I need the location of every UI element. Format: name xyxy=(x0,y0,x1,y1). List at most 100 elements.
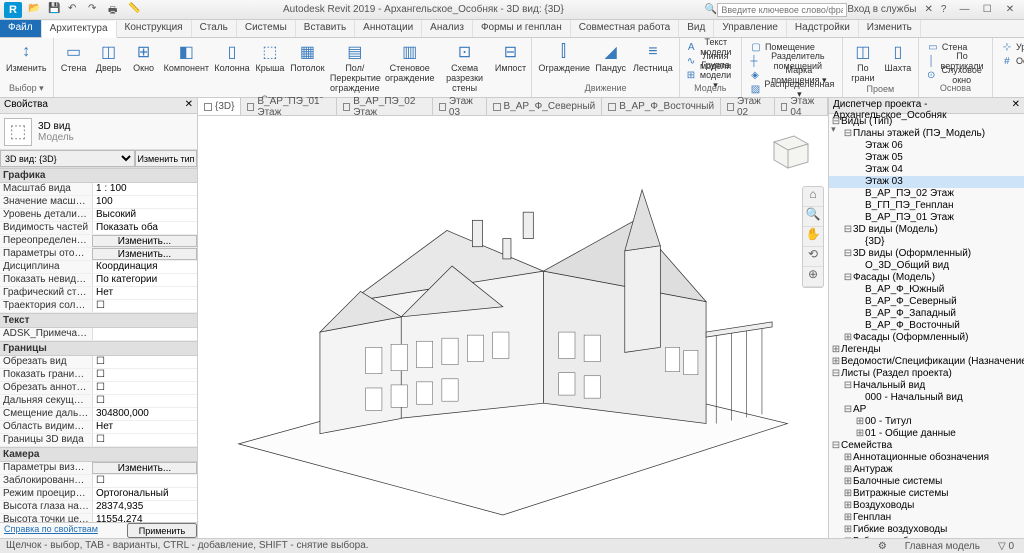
worksets-indicator[interactable]: ⚙ xyxy=(874,541,891,552)
ribbon-btn-1-10[interactable]: ⊟Импост xyxy=(494,40,528,94)
tree-node[interactable]: ⊞Фасады (Оформленный) xyxy=(829,332,1024,344)
tree-twisty-icon[interactable]: ⊟ xyxy=(843,248,853,260)
help-icon[interactable]: ? xyxy=(941,4,947,15)
tree-node[interactable]: ⊟3D виды (Модель) xyxy=(829,224,1024,236)
tree-node[interactable]: ⊞Генплан xyxy=(829,512,1024,524)
tree-twisty-icon[interactable]: ⊞ xyxy=(843,524,853,536)
tree-node[interactable]: ⊞Аннотационные обозначения xyxy=(829,452,1024,464)
tree-twisty-icon[interactable]: ⊟ xyxy=(843,404,853,416)
tree-node[interactable]: ⊟Фасады (Модель) xyxy=(829,272,1024,284)
tree-node[interactable]: В_АР_ПЭ_01 Этаж xyxy=(829,212,1024,224)
ribbon-btn-1-1[interactable]: ◫Дверь xyxy=(93,40,125,94)
ribbon-btn-2-2[interactable]: ≡Лестница xyxy=(631,40,675,83)
view-cube[interactable] xyxy=(760,122,816,178)
ribbon-btn-7-1[interactable]: #Ось xyxy=(997,54,1024,68)
ribbon-btn-6-2[interactable]: ⊙Слуховое окно xyxy=(923,68,988,82)
tree-node[interactable]: В_ГП_ПЭ_Генплан xyxy=(829,200,1024,212)
tree-twisty-icon[interactable]: ⊞ xyxy=(843,536,853,538)
ribbon-btn-4-3[interactable]: ▨Распределенная ▾ xyxy=(746,82,838,96)
prop-value[interactable]: 100 xyxy=(92,196,197,208)
prop-value[interactable]: 304800,000 xyxy=(92,408,197,420)
tree-node[interactable]: {3D} xyxy=(829,236,1024,248)
browser-close-icon[interactable]: ✕ xyxy=(1012,99,1020,112)
ribbon-btn-5-0[interactable]: ◫По грани xyxy=(847,40,879,84)
view-tab-7[interactable]: Этаж 04 xyxy=(775,98,828,115)
tree-node[interactable]: В_АР_Ф_Южный xyxy=(829,284,1024,296)
exchange-icon[interactable]: ✕ xyxy=(924,4,932,15)
tree-node[interactable]: Этаж 06 xyxy=(829,140,1024,152)
tree-twisty-icon[interactable]: ⊞ xyxy=(843,464,853,476)
prop-value[interactable]: Нет xyxy=(92,421,197,433)
tree-node[interactable]: ⊞Балочные системы xyxy=(829,476,1024,488)
menu-tab-5[interactable]: Вставить xyxy=(296,20,355,37)
ribbon-btn-1-0[interactable]: ▭Стена xyxy=(58,40,90,94)
tree-node[interactable]: В_АР_Ф_Северный xyxy=(829,296,1024,308)
nav-tool-2[interactable]: ✋ xyxy=(803,227,823,247)
menu-tab-10[interactable]: Вид xyxy=(679,20,714,37)
tree-twisty-icon[interactable]: ⊞ xyxy=(843,488,853,500)
tree-node[interactable]: 000 - Начальный вид xyxy=(829,392,1024,404)
tree-node[interactable]: ⊟Семейства xyxy=(829,440,1024,452)
ribbon-btn-1-5[interactable]: ⬚Крыша xyxy=(254,40,286,94)
print-icon[interactable]: 🖶 xyxy=(108,3,122,17)
tree-twisty-icon[interactable]: ⊟ xyxy=(831,440,841,452)
properties-help-link[interactable]: Справка по свойствам xyxy=(0,523,127,538)
ribbon-btn-0-0[interactable]: ↕Изменить xyxy=(4,40,49,83)
measure-icon[interactable]: 📏 xyxy=(128,3,142,17)
menu-tab-12[interactable]: Надстройки xyxy=(787,20,859,37)
prop-value[interactable]: 28374,935 xyxy=(92,501,197,513)
prop-value[interactable] xyxy=(92,369,197,381)
prop-value[interactable] xyxy=(92,328,197,340)
tree-twisty-icon[interactable]: ⊟ xyxy=(843,272,853,284)
nav-tool-3[interactable]: ⟲ xyxy=(803,247,823,267)
tree-node[interactable]: ⊞Антураж xyxy=(829,464,1024,476)
tree-node[interactable]: ⊟Виды (Тип) xyxy=(829,116,1024,128)
menu-tab-1[interactable]: Архитектура xyxy=(42,21,117,38)
menu-tab-13[interactable]: Изменить xyxy=(859,20,921,37)
prop-value[interactable] xyxy=(92,382,197,394)
menu-tab-3[interactable]: Сталь xyxy=(192,20,237,37)
tree-node[interactable]: Этаж 03 xyxy=(829,176,1024,188)
tree-node[interactable]: ⊟АР xyxy=(829,404,1024,416)
prop-value[interactable]: Изменить... xyxy=(92,462,197,474)
view-tab-1[interactable]: В_АР_ПЭ_01 Этаж xyxy=(241,98,337,115)
tree-node[interactable]: О_3D_Общий вид xyxy=(829,260,1024,272)
menu-tab-2[interactable]: Конструкция xyxy=(117,20,192,37)
tree-node[interactable]: В_АР_Ф_Восточный xyxy=(829,320,1024,332)
ribbon-btn-2-0[interactable]: ⫿Ограждение xyxy=(536,40,590,83)
prop-value[interactable] xyxy=(92,395,197,407)
prop-value[interactable] xyxy=(92,434,197,446)
menu-tab-0[interactable]: Файл xyxy=(0,20,42,37)
ribbon-btn-2-1[interactable]: ◢Пандус xyxy=(593,40,628,83)
ribbon-btn-1-7[interactable]: ▤Пол/Перекрытие ограждение xyxy=(329,40,381,94)
tree-node[interactable]: ⊞Гибкие трубы xyxy=(829,536,1024,538)
menu-tab-11[interactable]: Управление xyxy=(714,20,787,37)
edit-type-button[interactable]: Изменить тип xyxy=(135,150,197,167)
tree-node[interactable]: ⊞Ведомости/Спецификации (Назначение виду… xyxy=(829,356,1024,368)
prop-value[interactable]: Изменить... xyxy=(92,248,197,260)
model-view[interactable] xyxy=(198,116,828,538)
nav-tool-1[interactable]: 🔍 xyxy=(803,207,823,227)
ribbon-btn-1-3[interactable]: ◧Компонент xyxy=(163,40,210,94)
tree-node[interactable]: ⊞00 - Титул xyxy=(829,416,1024,428)
instance-selector[interactable]: 3D вид: {3D} xyxy=(0,150,135,167)
prop-value[interactable]: 1 : 100 xyxy=(92,183,197,195)
tree-node[interactable]: ⊞Воздуховоды xyxy=(829,500,1024,512)
tree-twisty-icon[interactable]: ⊟ xyxy=(831,368,841,380)
view-tab-5[interactable]: В_АР_Ф_Восточный xyxy=(602,98,721,115)
nav-tool-4[interactable]: ⊕ xyxy=(803,267,823,287)
main-model-label[interactable]: Главная модель xyxy=(901,541,984,552)
tree-node[interactable]: ⊟Листы (Раздел проекта) xyxy=(829,368,1024,380)
tree-node[interactable]: ⊞Легенды xyxy=(829,344,1024,356)
prop-value[interactable]: 11554,274 xyxy=(92,514,197,522)
tree-twisty-icon[interactable]: ⊞ xyxy=(843,500,853,512)
tree-twisty-icon[interactable]: ⊟ xyxy=(843,224,853,236)
tree-twisty-icon[interactable]: ⊟ xyxy=(843,380,853,392)
ribbon-btn-1-6[interactable]: ▦Потолок xyxy=(289,40,326,94)
prop-value[interactable]: Изменить... xyxy=(92,235,197,247)
open-icon[interactable]: 📂 xyxy=(28,3,42,17)
signin-link[interactable]: Вход в службы xyxy=(847,4,916,15)
ribbon-btn-1-2[interactable]: ⊞Окно xyxy=(128,40,160,94)
tree-node[interactable]: В_АР_ПЭ_02 Этаж xyxy=(829,188,1024,200)
close-button[interactable]: ✕ xyxy=(1000,4,1020,15)
